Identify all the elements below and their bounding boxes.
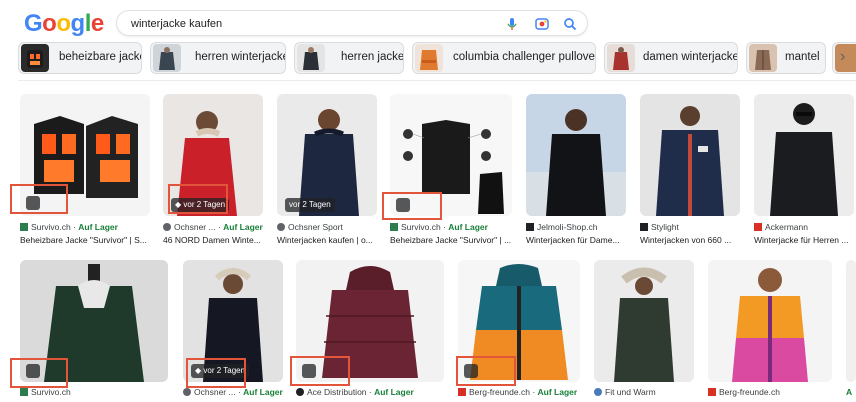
chip-herren-winterjacken[interactable]: herren winterjacken — [150, 42, 286, 74]
result-card[interactable]: vor 2 Tagen Ochsner Sport Winterjacken k… — [277, 94, 377, 248]
google-logo[interactable]: Google — [24, 10, 104, 38]
result-card[interactable]: Fit und Warm — [594, 260, 694, 402]
result-source: Ace Distribution · Auf Lager — [296, 387, 456, 397]
highlight-box — [168, 184, 228, 214]
camera-lens-icon[interactable] — [533, 15, 551, 33]
site-favicon-icon — [390, 223, 398, 231]
logo-letter: e — [90, 10, 104, 37]
chip-thumbnail — [297, 44, 325, 72]
chip-thumbnail — [607, 44, 635, 72]
chip-label: herren winterjacken — [195, 51, 286, 63]
result-source: Jelmoli-Shop.ch — [526, 222, 630, 232]
site-favicon-icon — [20, 388, 28, 396]
result-source: A — [846, 387, 853, 397]
result-image[interactable] — [640, 94, 740, 216]
site-favicon-icon — [277, 223, 285, 231]
chip-thumbnail — [153, 44, 181, 72]
chip-herren-jacken[interactable]: herren jacken — [294, 42, 404, 74]
chip-label: beheizbare jacke — [59, 51, 142, 63]
highlight-box — [290, 356, 350, 386]
chevron-right-icon[interactable]: › — [840, 48, 854, 68]
chip-beheizbare-jacke[interactable]: beheizbare jacke — [18, 42, 142, 74]
logo-letter: o — [42, 10, 57, 37]
site-favicon-icon — [754, 223, 762, 231]
logo-letter: o — [56, 10, 71, 37]
highlight-box — [10, 358, 68, 388]
highlight-box — [186, 358, 246, 388]
result-card[interactable]: ◆ vor 2 Tagen Ochsner ... · Auf Lager 46… — [163, 94, 263, 248]
highlight-box — [456, 356, 516, 386]
result-title[interactable]: Winterjacken kaufen | o... — [277, 235, 381, 245]
result-title[interactable]: Winterjacken für Dame... — [526, 235, 630, 245]
result-card[interactable]: A — [846, 260, 856, 402]
microphone-icon[interactable] — [503, 15, 521, 33]
site-favicon-icon — [296, 388, 304, 396]
result-image[interactable] — [846, 260, 856, 382]
related-search-chips: beheizbare jacke herren winterjacken her… — [18, 42, 856, 76]
result-card[interactable]: Stylight Winterjacken von 660 ... — [640, 94, 740, 248]
chip-thumbnail — [21, 44, 49, 72]
result-source: Survivo.ch · Auf Lager — [20, 222, 150, 232]
site-favicon-icon — [708, 388, 716, 396]
result-image[interactable] — [708, 260, 832, 382]
result-title[interactable]: 46 NORD Damen Winte... — [163, 235, 267, 245]
divider — [18, 80, 856, 81]
chip-columbia-challenger-pullover[interactable]: columbia challenger pullover — [412, 42, 596, 74]
logo-letter: g — [70, 10, 86, 37]
logo-letter: G — [24, 10, 43, 37]
result-card[interactable]: Survivo.ch · Auf Lager Beheizbare Jacke … — [20, 94, 150, 248]
chip-mantel[interactable]: mantel — [746, 42, 826, 74]
result-title[interactable]: Winterjacke für Herren ... — [754, 235, 856, 245]
site-favicon-icon — [163, 223, 171, 231]
result-title[interactable]: Beheizbare Jacke "Survivor" | S... — [20, 235, 156, 245]
chip-label: herren jacken — [341, 51, 404, 63]
site-favicon-icon — [458, 388, 466, 396]
result-card[interactable]: Jelmoli-Shop.ch Winterjacken für Dame... — [526, 94, 626, 248]
chip-thumbnail — [749, 44, 777, 72]
chip-label: mantel — [785, 51, 820, 63]
result-source: Ochsner Sport — [277, 222, 381, 232]
result-image[interactable] — [594, 260, 694, 382]
result-source: Fit und Warm — [594, 387, 698, 397]
result-card[interactable]: Ackermann Winterjacke für Herren ... — [754, 94, 854, 248]
date-badge: vor 2 Tagen — [285, 198, 335, 212]
highlight-box — [10, 184, 68, 214]
chip-damen-winterjacke[interactable]: damen winterjacke — [604, 42, 738, 74]
result-title[interactable]: Winterjacken von 660 ... — [640, 235, 744, 245]
site-favicon-icon — [183, 388, 191, 396]
site-favicon-icon — [594, 388, 602, 396]
result-source: Berg-freunde.ch — [708, 387, 832, 397]
highlight-box — [382, 192, 442, 220]
result-source: Survivo.ch — [20, 387, 168, 397]
chip-label: columbia challenger pullover — [453, 51, 596, 63]
result-image[interactable] — [754, 94, 854, 216]
result-source: Ochsner ... · Auf Lager — [183, 387, 287, 397]
result-image[interactable] — [526, 94, 626, 216]
search-box[interactable] — [116, 10, 588, 36]
result-source: Survivo.ch · Auf Lager — [390, 222, 512, 232]
site-favicon-icon — [640, 223, 648, 231]
result-source: Berg-freunde.ch · Auf Lager — [458, 387, 584, 397]
chip-thumbnail — [415, 44, 443, 72]
result-source: Ochsner ... · Auf Lager — [163, 222, 267, 232]
search-icon[interactable] — [561, 15, 579, 33]
result-title[interactable]: Beheizbare Jacke "Survivor" | ... — [390, 235, 514, 245]
search-input[interactable] — [129, 14, 493, 34]
site-favicon-icon — [20, 223, 28, 231]
chip-label: damen winterjacke — [643, 51, 738, 63]
site-favicon-icon — [526, 223, 534, 231]
result-card[interactable]: Survivo.ch · Auf Lager Beheizbare Jacke … — [390, 94, 512, 248]
result-source: Stylight — [640, 222, 744, 232]
result-source: Ackermann — [754, 222, 856, 232]
result-card[interactable]: Berg-freunde.ch — [708, 260, 832, 402]
